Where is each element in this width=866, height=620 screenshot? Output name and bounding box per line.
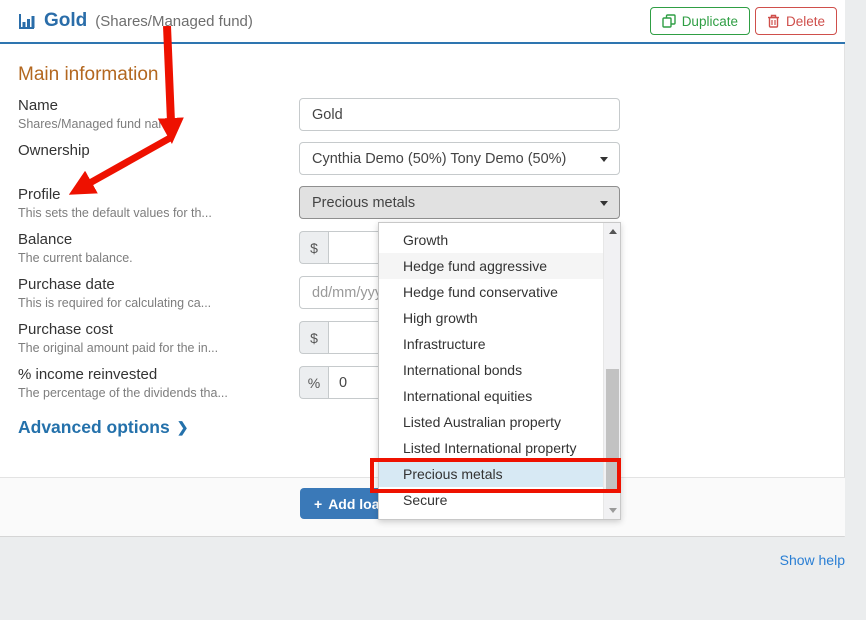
ownership-value: Cynthia Demo (50%) Tony Demo (50%) [312, 151, 566, 167]
income-reinvested-label-group: % income reinvested The percentage of th… [18, 366, 290, 400]
ownership-label-group: Ownership [18, 142, 290, 159]
show-help-link[interactable]: Show help [780, 552, 845, 568]
duplicate-label: Duplicate [682, 14, 738, 29]
balance-label-group: Balance The current balance. [18, 231, 290, 265]
dropdown-scrollbar[interactable] [603, 223, 620, 519]
chevron-down-icon [600, 201, 608, 206]
card-header: Gold (Shares/Managed fund) Duplicate [0, 0, 845, 44]
profile-hint: This sets the default values for th... [18, 206, 290, 220]
dollar-prefix: $ [299, 321, 328, 354]
chevron-down-icon [600, 157, 608, 162]
profile-option-listed-australian-property[interactable]: Listed Australian property [379, 409, 603, 435]
balance-label: Balance [18, 231, 290, 248]
profile-option-secure[interactable]: Secure [379, 487, 603, 513]
profile-option-infrastructure[interactable]: Infrastructure [379, 331, 603, 357]
name-field-wrap [299, 98, 620, 131]
income-reinvested-label: % income reinvested [18, 366, 290, 383]
profile-value: Precious metals [312, 195, 415, 211]
profile-label: Profile [18, 186, 290, 203]
purchase-cost-hint: The original amount paid for the in... [18, 341, 290, 355]
profile-option-hedge-fund-conservative[interactable]: Hedge fund conservative [379, 279, 603, 305]
scrollbar-thumb[interactable] [606, 369, 619, 491]
ownership-select[interactable]: Cynthia Demo (50%) Tony Demo (50%) [299, 142, 620, 175]
delete-button[interactable]: Delete [755, 7, 837, 35]
page-title: Gold [44, 10, 87, 32]
purchase-cost-label-group: Purchase cost The original amount paid f… [18, 321, 290, 355]
title-wrap: Gold (Shares/Managed fund) [18, 10, 253, 32]
chevron-right-icon: ❯ [177, 419, 189, 436]
purchase-date-hint: This is required for calculating ca... [18, 296, 290, 310]
name-label-group: Name Shares/Managed fund name [18, 97, 290, 131]
dollar-prefix: $ [299, 231, 328, 264]
ownership-field-wrap: Cynthia Demo (50%) Tony Demo (50%) [299, 142, 620, 175]
profile-option-international-bonds[interactable]: International bonds [379, 357, 603, 383]
advanced-options-label: Advanced options [18, 417, 170, 438]
scroll-up-button[interactable] [604, 223, 621, 240]
ownership-label: Ownership [18, 142, 290, 159]
profile-option-international-equities[interactable]: International equities [379, 383, 603, 409]
profile-select[interactable]: Precious metals [299, 186, 620, 219]
header-actions: Duplicate Delete [650, 7, 837, 35]
triangle-up-icon [609, 229, 617, 234]
profile-option-growth[interactable]: Growth [379, 227, 603, 253]
profile-field-wrap: Precious metals [299, 186, 620, 219]
name-hint: Shares/Managed fund name [18, 117, 290, 131]
balance-hint: The current balance. [18, 251, 290, 265]
purchase-date-label: Purchase date [18, 276, 290, 293]
page-subtitle: (Shares/Managed fund) [95, 13, 253, 30]
profile-label-group: Profile This sets the default values for… [18, 186, 290, 220]
copy-icon [662, 14, 676, 28]
scroll-down-button[interactable] [604, 502, 621, 519]
duplicate-button[interactable]: Duplicate [650, 7, 750, 35]
delete-label: Delete [786, 14, 825, 29]
purchase-cost-label: Purchase cost [18, 321, 290, 338]
purchase-date-label-group: Purchase date This is required for calcu… [18, 276, 290, 310]
name-label: Name [18, 97, 290, 114]
profile-option-listed-international-property[interactable]: Listed International property [379, 435, 603, 461]
section-title: Main information [18, 64, 158, 86]
percent-prefix: % [299, 366, 328, 399]
trash-icon [767, 14, 780, 28]
income-reinvested-hint: The percentage of the dividends tha... [18, 386, 290, 400]
profile-option-hedge-fund-aggressive[interactable]: Hedge fund aggressive [379, 253, 603, 279]
profile-dropdown: GrowthHedge fund aggressiveHedge fund co… [378, 222, 621, 520]
profile-options-list: GrowthHedge fund aggressiveHedge fund co… [379, 223, 603, 519]
profile-option-high-growth[interactable]: High growth [379, 305, 603, 331]
name-input[interactable] [299, 98, 620, 131]
profile-option-precious-metals[interactable]: Precious metals [379, 461, 603, 487]
triangle-down-icon [609, 508, 617, 513]
advanced-options-link[interactable]: Advanced options ❯ [18, 417, 188, 438]
plus-icon: + [314, 496, 322, 512]
page: Gold (Shares/Managed fund) Duplicate [0, 0, 866, 620]
bar-chart-icon [18, 13, 36, 30]
